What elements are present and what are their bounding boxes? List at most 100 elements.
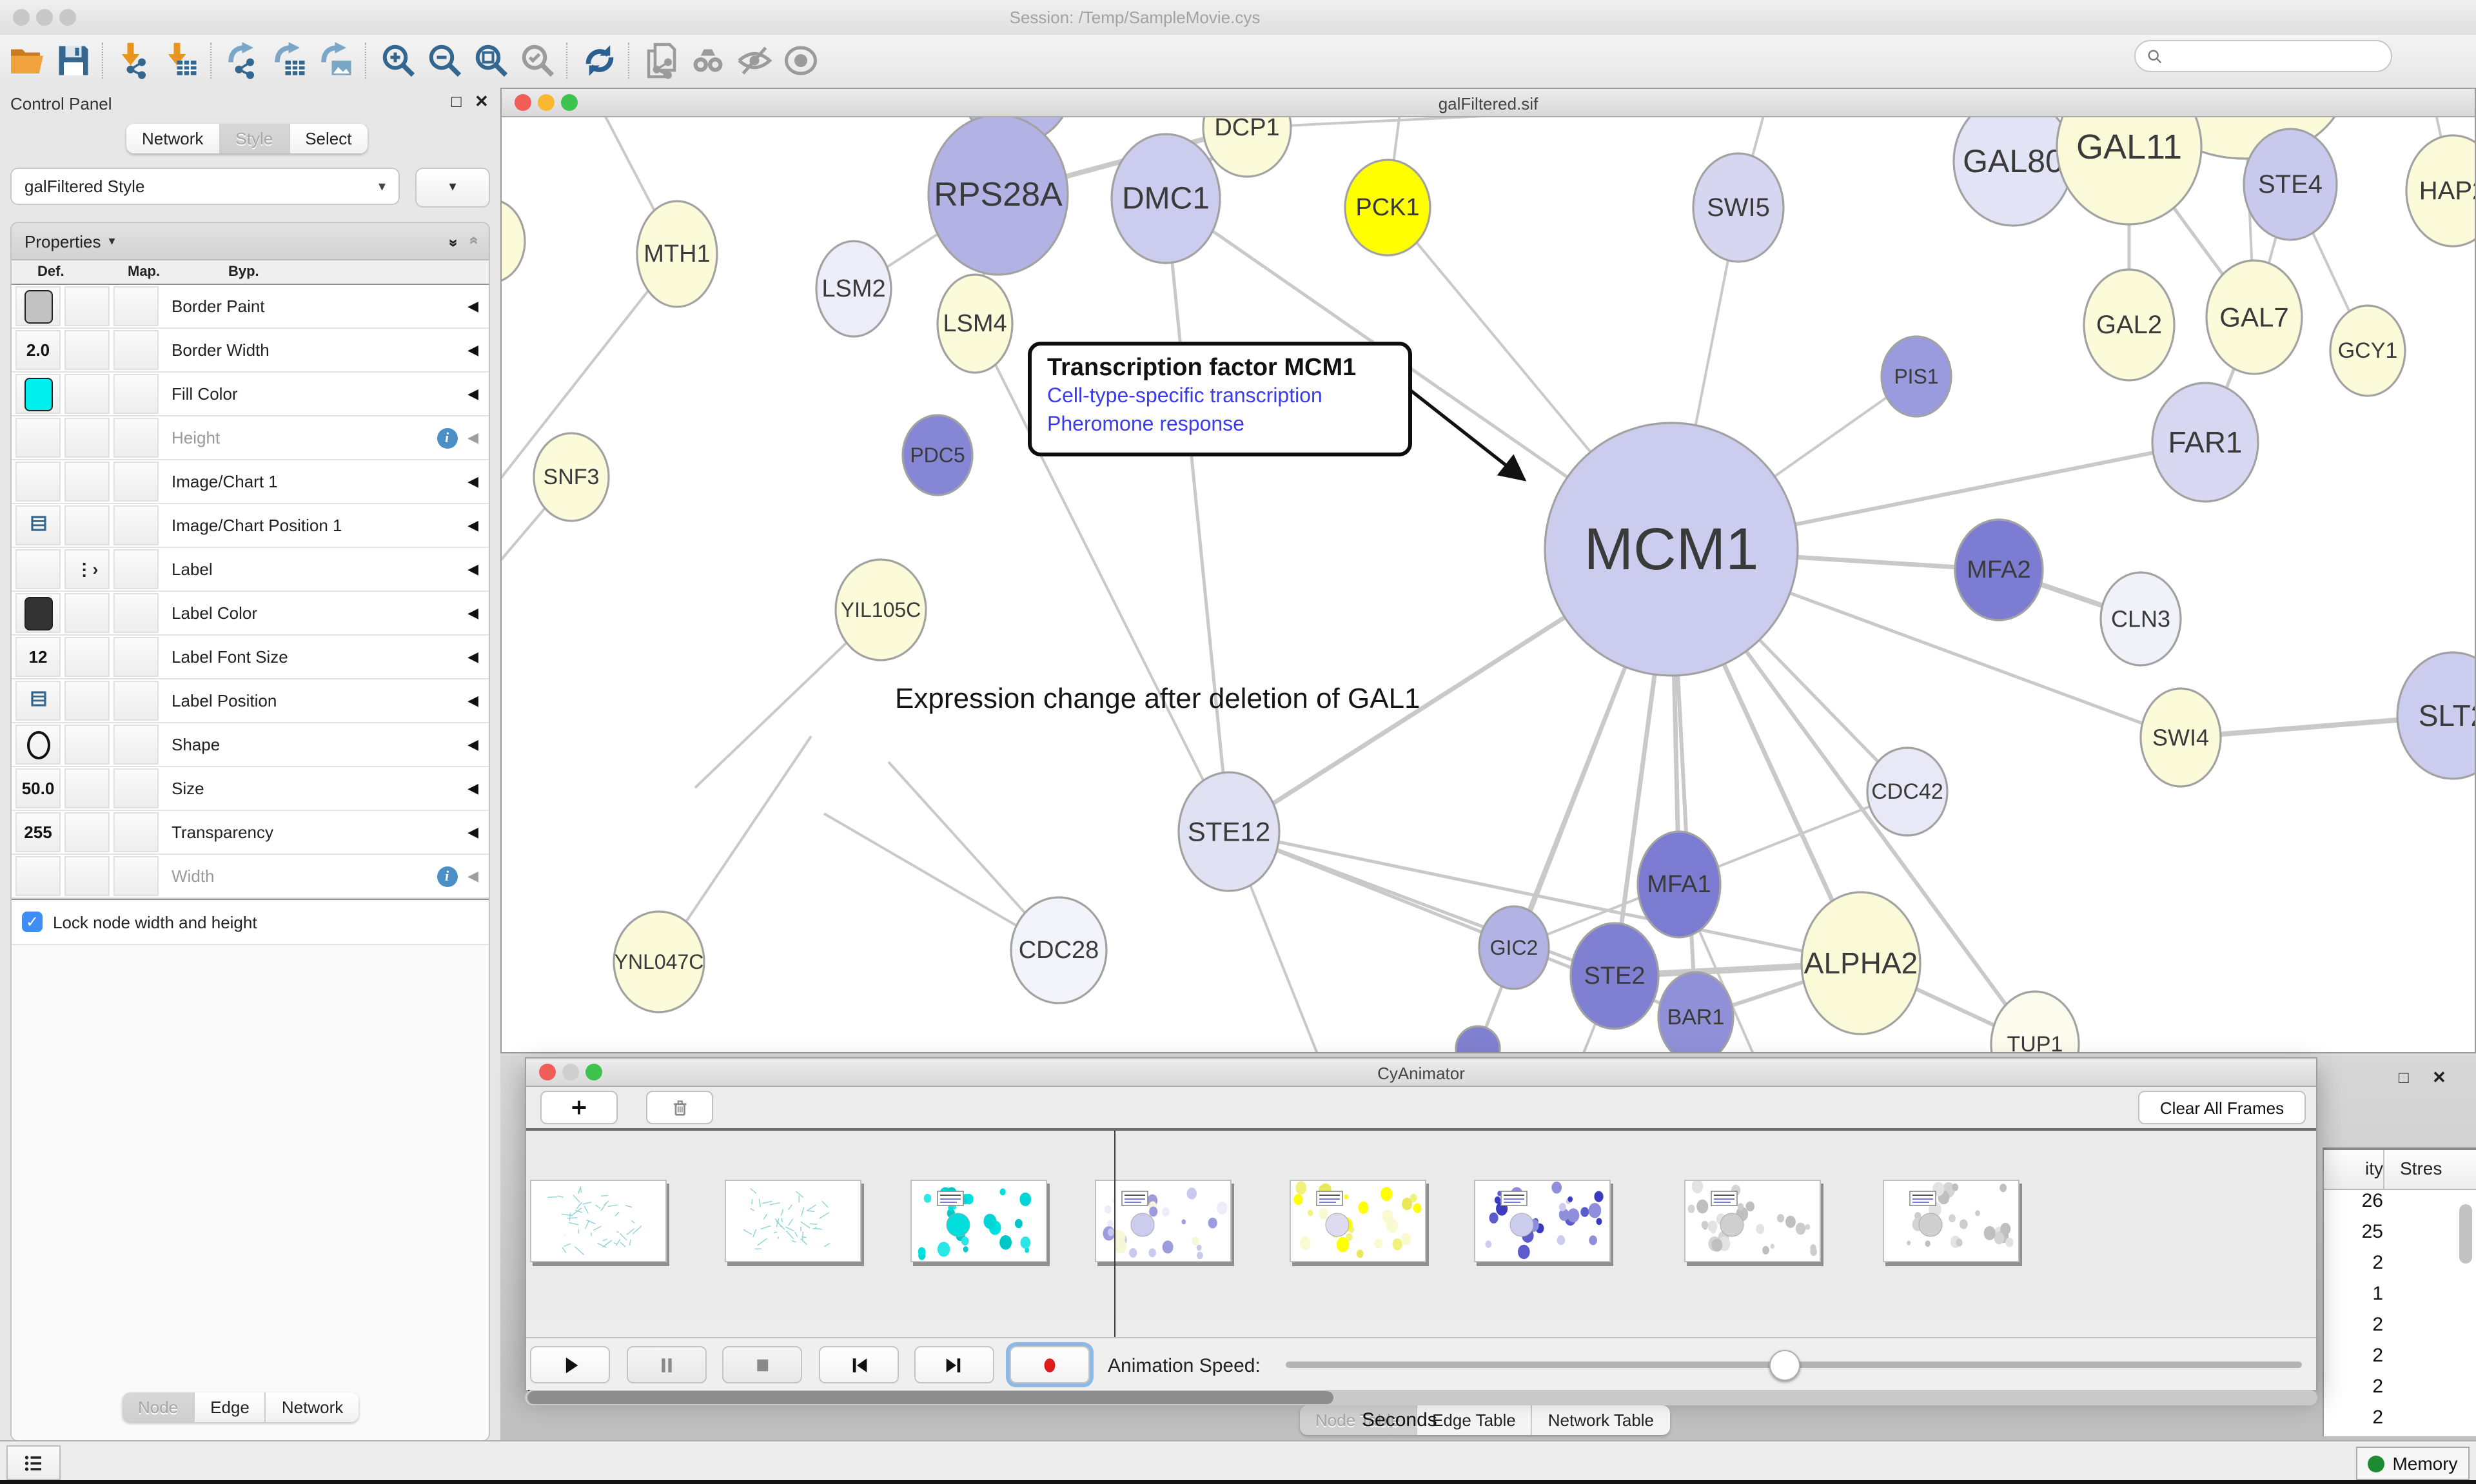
expand-row-icon[interactable]: ◀ — [467, 868, 478, 884]
expand-row-icon[interactable]: ◀ — [467, 517, 478, 534]
table-row[interactable]: 2 — [2324, 1376, 2476, 1407]
cyanimator-timeline[interactable]: 0123456789Seconds — [526, 1131, 2316, 1319]
network-node-leftcut[interactable] — [502, 200, 525, 282]
network-node-ALPHA2[interactable]: ALPHA2 — [1802, 892, 1920, 1034]
clear-all-frames-button[interactable]: Clear All Frames — [2138, 1091, 2306, 1124]
style-options-button[interactable]: ▾ — [415, 168, 490, 208]
tab-network[interactable]: Network — [126, 124, 220, 153]
table-row[interactable]: 2 — [2324, 1407, 2476, 1438]
expand-row-icon[interactable]: ◀ — [467, 692, 478, 709]
network-node-MFA1[interactable]: MFA1 — [1638, 832, 1720, 937]
save-session-icon[interactable] — [54, 41, 93, 80]
table-row[interactable]: 1 — [2324, 1283, 2476, 1314]
network-node-SLT2[interactable]: SLT2 — [2397, 652, 2475, 779]
show-all-icon[interactable] — [781, 41, 820, 80]
float-panel-icon[interactable]: □ — [451, 92, 462, 111]
stop-button[interactable] — [722, 1346, 802, 1383]
expand-row-icon[interactable]: ◀ — [467, 605, 478, 621]
network-node-CDC28[interactable]: CDC28 — [1011, 897, 1106, 1003]
collapse-all-icon[interactable]: ›› — [463, 238, 482, 244]
export-network-icon[interactable] — [224, 41, 263, 80]
expand-all-icon[interactable]: ›› — [444, 238, 464, 244]
tab-network[interactable]: Network — [266, 1392, 359, 1422]
network-node-GAL80[interactable]: GAL80 — [1954, 117, 2072, 226]
column-header-ity[interactable]: ity — [2324, 1150, 2384, 1189]
delete-frame-button[interactable] — [646, 1091, 713, 1124]
annotation-link[interactable]: Cell-type-specific transcription — [1047, 383, 1393, 412]
lock-size-row[interactable]: ✓ Lock node width and height — [12, 900, 489, 945]
search-input[interactable] — [2164, 42, 2391, 70]
network-node-DCP1[interactable]: DCP1 — [1203, 117, 1291, 177]
network-node-GAL11[interactable]: GAL11 — [2057, 117, 2201, 224]
network-node-SWI4[interactable]: SWI4 — [2141, 688, 2221, 786]
property-row-image-chart-1[interactable]: Image/Chart 1◀ — [12, 460, 489, 504]
network-node-DMC1[interactable]: DMC1 — [1112, 134, 1220, 263]
network-node-PDC5[interactable]: PDC5 — [903, 415, 972, 495]
network-node-LSM2[interactable]: LSM2 — [816, 241, 891, 337]
property-row-image-chart-position-1[interactable]: Image/Chart Position 1◀ — [12, 504, 489, 548]
import-network-icon[interactable] — [116, 41, 155, 80]
network-node-smallp[interactable] — [1456, 1026, 1500, 1052]
text-annotation[interactable]: Expression change after deletion of GAL1 — [895, 682, 1420, 716]
frame-thumbnail-6[interactable] — [1474, 1180, 1611, 1262]
property-row-label[interactable]: ⋮›Label◀ — [12, 548, 489, 592]
expand-row-icon[interactable]: ◀ — [467, 561, 478, 578]
properties-menu-icon[interactable]: ▾ — [109, 234, 115, 248]
network-node-GIC2[interactable]: GIC2 — [1479, 906, 1549, 989]
info-icon[interactable]: i — [437, 866, 457, 886]
property-row-label-font-size[interactable]: 12Label Font Size◀ — [12, 636, 489, 679]
network-node-GCY1[interactable]: GCY1 — [2330, 306, 2405, 396]
zoom-selected-icon[interactable] — [518, 41, 557, 80]
network-node-GAL7[interactable]: GAL7 — [2206, 260, 2302, 374]
network-node-MTH1[interactable]: MTH1 — [637, 201, 717, 307]
network-node-STE12[interactable]: STE12 — [1179, 772, 1279, 891]
info-icon[interactable]: i — [437, 427, 457, 448]
checkbox-checked-icon[interactable]: ✓ — [22, 912, 43, 932]
export-table-icon[interactable] — [271, 41, 310, 80]
frame-thumbnail-4[interactable] — [1095, 1180, 1232, 1262]
hide-selected-icon[interactable] — [735, 41, 774, 80]
timeline-playhead[interactable] — [1114, 1131, 1115, 1337]
animation-speed-thumb[interactable] — [1769, 1350, 1800, 1381]
expand-row-icon[interactable]: ◀ — [467, 824, 478, 841]
float-panel-icon[interactable]: □ — [2399, 1068, 2409, 1087]
network-node-PCK1[interactable]: PCK1 — [1345, 160, 1430, 255]
table-row[interactable]: 2 — [2324, 1345, 2476, 1376]
annotation-box[interactable]: Transcription factor MCM1 Cell-type-spec… — [1028, 342, 1412, 456]
table-row[interactable]: 26 — [2324, 1190, 2476, 1221]
table-row[interactable]: 25 — [2324, 1221, 2476, 1252]
property-row-size[interactable]: 50.0Size◀ — [12, 767, 489, 811]
network-node-STE2[interactable]: STE2 — [1571, 923, 1658, 1029]
property-row-label-position[interactable]: Label Position◀ — [12, 679, 489, 723]
property-row-transparency[interactable]: 255Transparency◀ — [12, 811, 489, 855]
table-row[interactable]: 2 — [2324, 1314, 2476, 1345]
network-node-GAL2[interactable]: GAL2 — [2084, 269, 2174, 380]
expand-row-icon[interactable]: ◀ — [467, 298, 478, 315]
export-image-icon[interactable] — [317, 41, 356, 80]
network-node-FAR1[interactable]: FAR1 — [2152, 383, 2258, 502]
pause-button[interactable] — [627, 1346, 707, 1383]
network-node-SWI5[interactable]: SWI5 — [1693, 153, 1783, 262]
expand-row-icon[interactable]: ◀ — [467, 736, 478, 753]
network-node-BAR1[interactable]: BAR1 — [1658, 972, 1733, 1052]
network-node-MCM1[interactable]: MCM1 — [1545, 423, 1798, 676]
expand-row-icon[interactable]: ◀ — [467, 473, 478, 490]
open-session-icon[interactable] — [8, 41, 46, 80]
first-neighbors-icon[interactable] — [689, 41, 727, 80]
property-row-fill-color[interactable]: Fill Color◀ — [12, 373, 489, 416]
tab-node[interactable]: Node — [123, 1392, 195, 1422]
table-scrollbar[interactable] — [2459, 1194, 2475, 1426]
next-frame-button[interactable] — [914, 1346, 994, 1383]
zoom-out-icon[interactable] — [426, 41, 464, 80]
property-row-label-color[interactable]: Label Color◀ — [12, 592, 489, 636]
zoom-fit-icon[interactable] — [472, 41, 511, 80]
column-header-stress[interactable]: Stres — [2384, 1150, 2442, 1189]
frame-thumbnail-7[interactable] — [1684, 1180, 1821, 1262]
record-button[interactable] — [1010, 1346, 1090, 1383]
expand-row-icon[interactable]: ◀ — [467, 649, 478, 665]
expand-row-icon[interactable]: ◀ — [467, 342, 478, 358]
task-history-button[interactable] — [6, 1445, 61, 1480]
close-panel-icon[interactable]: ✕ — [2432, 1068, 2446, 1088]
network-node-LSM4[interactable]: LSM4 — [938, 275, 1012, 373]
network-node-YNL047C[interactable]: YNL047C — [614, 912, 704, 1012]
